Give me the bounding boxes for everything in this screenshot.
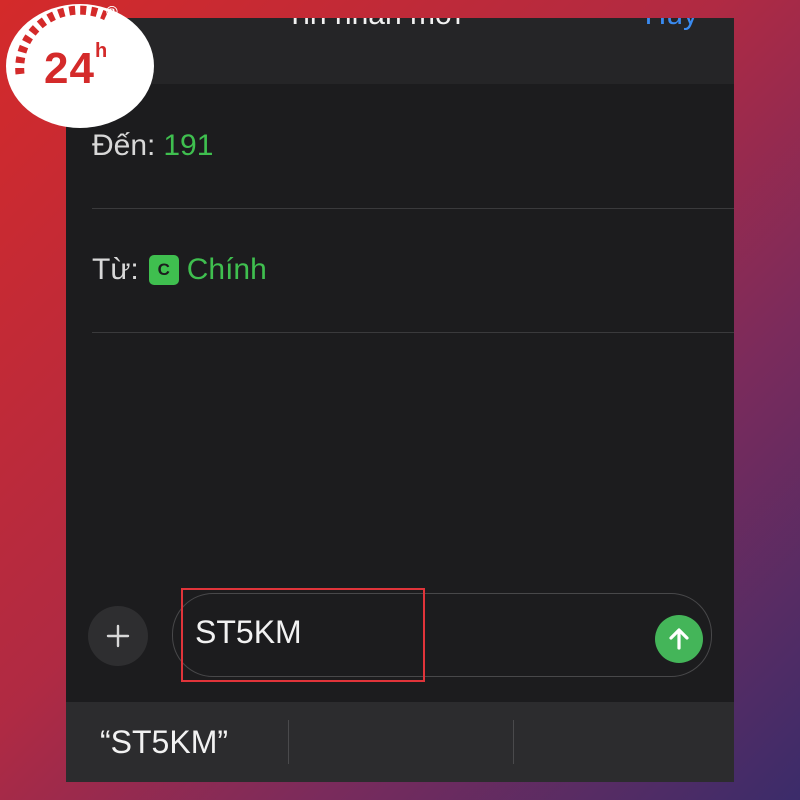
send-button[interactable] — [655, 615, 703, 663]
sender-line-value[interactable]: Chính — [187, 253, 267, 287]
sender-label: Từ: — [92, 253, 139, 286]
registered-mark: ® — [106, 4, 118, 21]
suggestion-item[interactable]: “ST5KM” — [100, 724, 228, 761]
suggestion-divider — [288, 720, 289, 764]
brand-logo: 24h — [6, 4, 154, 128]
sender-line-field[interactable]: Từ: C Chính — [92, 208, 734, 333]
sim-badge-icon: C — [148, 255, 179, 285]
arrow-up-icon — [669, 628, 689, 650]
navigation-bar: Tin nhắn mới Hủy — [66, 18, 734, 84]
cancel-button[interactable]: Hủy — [645, 18, 698, 32]
logo-text: 24h — [44, 40, 109, 93]
message-compose-screen: Tin nhắn mới Hủy Đến: 191 Từ: C Chính ST… — [66, 18, 734, 782]
screenshot-frame: Tin nhắn mới Hủy Đến: 191 Từ: C Chính ST… — [0, 0, 800, 800]
recipient-value[interactable]: 191 — [163, 129, 213, 163]
highlight-annotation — [181, 588, 425, 682]
page-title: Tin nhắn mới — [286, 18, 461, 32]
add-attachment-button[interactable] — [88, 606, 148, 666]
plus-icon — [106, 624, 130, 648]
recipient-field[interactable]: Đến: 191 — [92, 84, 734, 209]
suggestion-divider — [513, 720, 514, 764]
keyboard-suggestion-bar: “ST5KM” — [66, 702, 734, 782]
recipient-label: Đến: — [92, 129, 156, 162]
